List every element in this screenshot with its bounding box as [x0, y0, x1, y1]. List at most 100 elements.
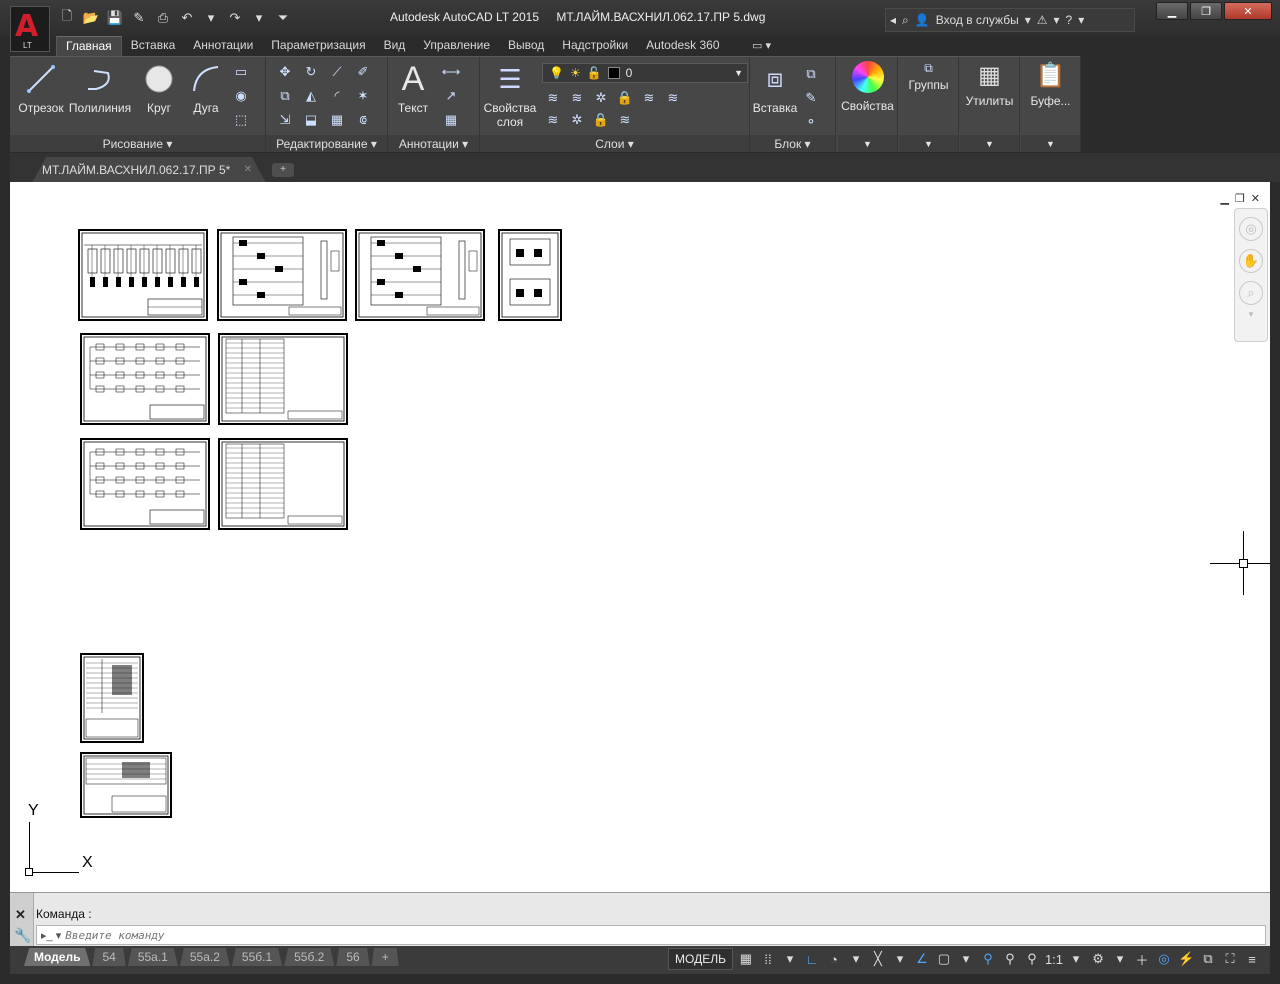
exchange-icon[interactable]: ⚠	[1037, 13, 1048, 27]
create-block-icon[interactable]: ⧉	[802, 65, 820, 83]
drawing-canvas[interactable]: ▁ ❐ ✕ ◎ ✋ ⌕ ▾ Y X	[10, 182, 1270, 892]
drawing-sheet[interactable]	[78, 229, 208, 321]
layout-tab[interactable]: 55а.2	[179, 948, 230, 966]
fullscreen-icon[interactable]: ⛶	[1221, 948, 1239, 970]
redo-dropdown-icon[interactable]: ▾	[250, 10, 268, 26]
new-document-tab-button[interactable]: +	[272, 163, 294, 177]
object-snap-dropdown-icon[interactable]: ▾	[957, 948, 975, 970]
drawing-sheet[interactable]	[80, 438, 210, 530]
arc-tool[interactable]: Дуга	[186, 61, 226, 115]
tab-addins[interactable]: Надстройки	[553, 36, 637, 56]
layer-tool-10-icon[interactable]: ≋	[616, 111, 634, 129]
layer-tool-6-icon[interactable]: ≋	[664, 89, 682, 107]
hardware-acceleration-icon[interactable]: ⚡	[1177, 948, 1195, 970]
annotation-scale-value[interactable]: 1:1	[1045, 948, 1063, 970]
layer-tool-5-icon[interactable]: ≋	[640, 89, 658, 107]
layout-tab-model[interactable]: Модель	[24, 948, 91, 966]
panel-annotation-title[interactable]: Аннотации ▾	[388, 135, 479, 153]
annotation-scale-icon[interactable]: ⚲	[1023, 948, 1041, 970]
ribbon-minimize-icon[interactable]: ▭ ▾	[752, 39, 771, 52]
panel-block-title[interactable]: Блок ▾	[750, 135, 835, 153]
tab-view[interactable]: Вид	[375, 36, 415, 56]
drawing-sheet[interactable]	[355, 229, 485, 321]
user-icon[interactable]: 👤	[915, 13, 930, 27]
scale-dropdown-icon[interactable]: ▾	[1067, 948, 1085, 970]
mirror-icon[interactable]: ◭	[302, 87, 320, 105]
customize-menu-icon[interactable]: ≡	[1243, 948, 1261, 970]
insert-block-tool[interactable]: ⧈ Вставка	[752, 61, 798, 115]
pan-hand-icon[interactable]: ✋	[1239, 249, 1263, 273]
move-icon[interactable]: ✥	[276, 63, 294, 81]
stretch-icon[interactable]: ⇲	[276, 111, 294, 129]
add-layout-button[interactable]: +	[371, 948, 399, 966]
zoom-icon[interactable]: ⌕	[1239, 281, 1263, 305]
layer-properties-tool[interactable]: ☰ Свойства слоя	[482, 61, 538, 130]
steering-wheel-icon[interactable]: ◎	[1239, 217, 1263, 241]
isodraft-icon[interactable]: ╳	[869, 948, 887, 970]
layer-tool-1-icon[interactable]: ≋	[544, 89, 562, 107]
command-input[interactable]	[65, 928, 666, 942]
object-snap-tracking-icon[interactable]: ∠	[913, 948, 931, 970]
panel-properties[interactable]: Свойства ▼	[838, 57, 898, 153]
viewport-minimize-icon[interactable]: ▁	[1220, 192, 1228, 205]
tab-annotate[interactable]: Аннотации	[184, 36, 262, 56]
offset-icon[interactable]: ⟃	[354, 111, 372, 129]
command-line-handle[interactable]: ✕ 🔧	[10, 893, 34, 947]
minimize-button[interactable]: ▁	[1156, 2, 1188, 20]
panel-layers-title[interactable]: Слои ▾	[480, 135, 749, 153]
layout-tab[interactable]: 55а.1	[127, 948, 178, 966]
polar-tracking-icon[interactable]: ◔	[825, 948, 843, 970]
exchange-dropdown-icon[interactable]: ▾	[1054, 13, 1060, 27]
application-menu-button[interactable]: A LT	[10, 6, 50, 52]
drawing-sheet[interactable]	[498, 229, 562, 321]
redo-icon[interactable]: ↷	[226, 10, 244, 26]
snap-icon[interactable]: ⁞⁞	[759, 948, 777, 970]
rotate-icon[interactable]: ↻	[302, 63, 320, 81]
wrench-icon[interactable]: 🔧	[14, 927, 31, 944]
ortho-icon[interactable]: ∟	[803, 948, 821, 970]
close-button[interactable]: ✕	[1224, 2, 1272, 20]
line-tool[interactable]: Отрезок	[16, 61, 66, 115]
workspace-dropdown-icon[interactable]: ▾	[1111, 948, 1129, 970]
polyline-tool[interactable]: Полилиния	[68, 61, 132, 115]
maximize-button[interactable]: ❐	[1190, 2, 1222, 20]
layer-tool-4-icon[interactable]: 🔒	[616, 89, 634, 107]
isodraft-dropdown-icon[interactable]: ▾	[891, 948, 909, 970]
drawing-sheet[interactable]	[218, 438, 348, 530]
polar-dropdown-icon[interactable]: ▾	[847, 948, 865, 970]
rectangle-icon[interactable]: ▭	[232, 63, 250, 81]
fillet-icon[interactable]: ◜	[328, 87, 346, 105]
dimension-icon[interactable]: ⟷	[442, 63, 461, 81]
trim-icon[interactable]: ⟋	[328, 63, 346, 81]
open-file-icon[interactable]: 📂	[82, 10, 100, 26]
binoculars-icon[interactable]: ⌕	[902, 13, 909, 28]
layer-dropdown[interactable]: 💡 ☀ 🔓 0 ▼	[542, 63, 748, 83]
tab-autodesk360[interactable]: Autodesk 360	[637, 36, 728, 56]
panel-draw-title[interactable]: Рисование ▾	[10, 135, 265, 153]
viewport-close-icon[interactable]: ✕	[1251, 192, 1260, 205]
drawing-sheet[interactable]	[80, 653, 144, 743]
region-icon[interactable]: ⬚	[232, 111, 250, 129]
explode-icon[interactable]: ✶	[354, 87, 372, 105]
leader-icon[interactable]: ↗	[442, 87, 460, 105]
tab-manage[interactable]: Управление	[414, 36, 499, 56]
navbar-options-icon[interactable]: ▾	[1235, 309, 1267, 320]
drawing-sheet[interactable]	[80, 752, 172, 818]
drawing-sheet[interactable]	[217, 229, 347, 321]
tab-home[interactable]: Главная	[56, 36, 122, 56]
layout-tab[interactable]: 54	[92, 948, 126, 966]
print-icon[interactable]: ⎙	[154, 10, 172, 26]
hatch-icon[interactable]: ◉	[232, 87, 250, 105]
panel-modify-title[interactable]: Редактирование ▾	[266, 135, 387, 153]
snap-dropdown-icon[interactable]: ▾	[781, 948, 799, 970]
tab-parametric[interactable]: Параметризация	[262, 36, 374, 56]
layer-tool-3-icon[interactable]: ✲	[592, 89, 610, 107]
object-snap-icon[interactable]: ▢	[935, 948, 953, 970]
help-dropdown-icon[interactable]: ▾	[1078, 13, 1084, 27]
tab-output[interactable]: Вывод	[499, 36, 553, 56]
close-icon[interactable]: ✕	[15, 907, 26, 923]
layer-tool-7-icon[interactable]: ≋	[544, 111, 562, 129]
viewport-restore-icon[interactable]: ❐	[1235, 192, 1245, 205]
drawing-sheet[interactable]	[80, 333, 210, 425]
login-link[interactable]: Вход в службы	[936, 13, 1019, 27]
